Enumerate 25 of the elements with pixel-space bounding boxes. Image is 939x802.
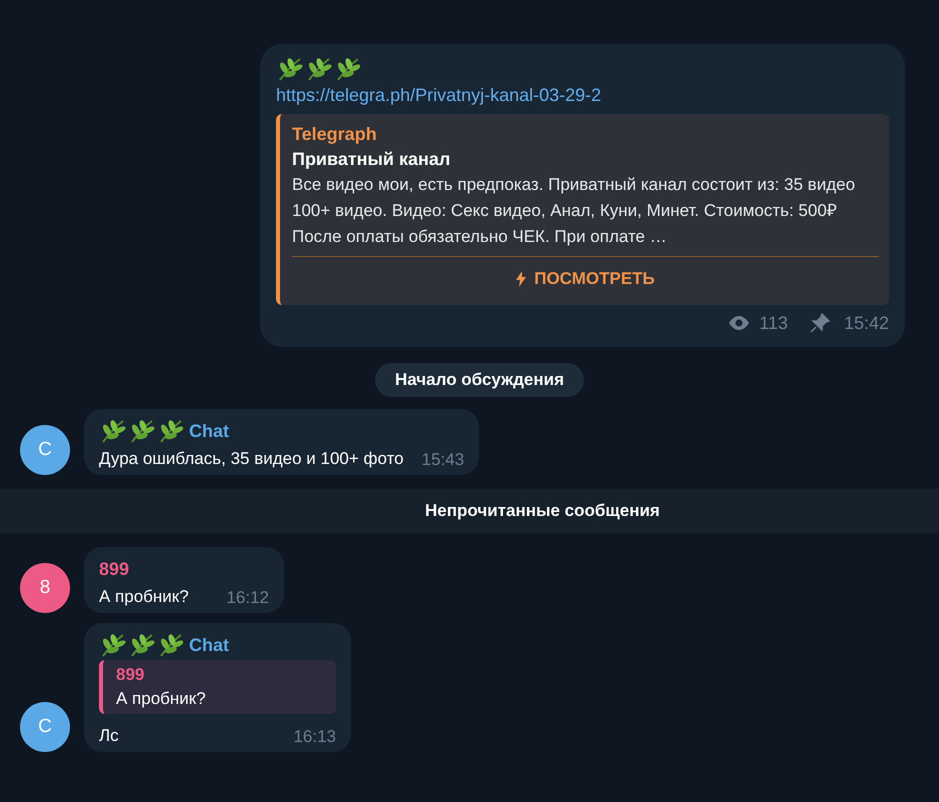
- sender-name[interactable]: Chat: [189, 418, 229, 444]
- reply-sender: 899: [116, 664, 146, 686]
- message-text: А пробник?: [99, 586, 189, 608]
- view-count: 113: [759, 312, 788, 334]
- view-button[interactable]: ПОСМОТРЕТЬ: [292, 257, 879, 301]
- pin-icon: [810, 313, 830, 333]
- message-time: 15:43: [422, 449, 464, 471]
- post-link[interactable]: https://telegra.ph/Privatnyj-kanal-03-29-2: [276, 82, 889, 108]
- message-text: Лс: [99, 725, 119, 747]
- link-preview[interactable]: [276, 114, 889, 305]
- message-time: 16:13: [293, 726, 336, 748]
- sender-name[interactable]: Chat: [189, 632, 229, 658]
- preview-site: Telegraph: [292, 123, 378, 146]
- preview-title: Приватный канал: [292, 148, 452, 171]
- avatar[interactable]: 8: [20, 563, 70, 613]
- lightning-icon: [516, 271, 526, 287]
- message-text: Дура ошиблась, 35 видео и 100+ фото: [99, 448, 404, 470]
- eye-icon: [727, 315, 752, 331]
- reply-text: А пробник?: [116, 688, 207, 710]
- reply-quote[interactable]: 899 А пробник?: [99, 660, 336, 714]
- sender-name[interactable]: 899: [99, 556, 130, 582]
- service-message: Начало обсуждения: [374, 363, 584, 397]
- post-time: 15:42: [844, 312, 889, 334]
- preview-description: Все видео мои, есть предпоказ. Приватный канал состоит из: 35 видео 100+ видео. Видео: Секс видео, Анал, Куни, Минет. Стоимость: 500₽ После оплаты обязательно ЧЕК. При оплате …: [292, 174, 856, 248]
- message-time: 16:12: [226, 587, 269, 609]
